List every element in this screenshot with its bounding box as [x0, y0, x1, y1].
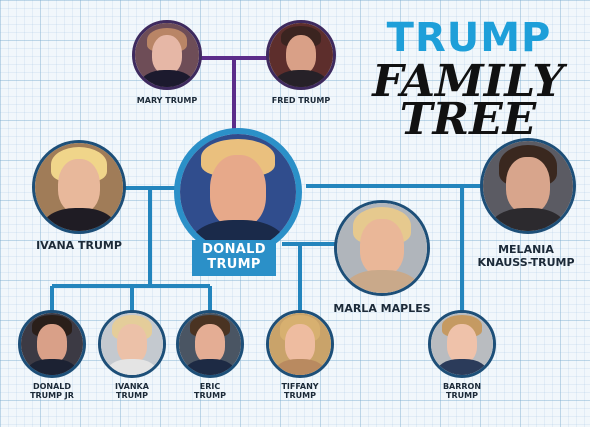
mary-trump-label: MARY TRUMP — [136, 96, 198, 105]
melania-trump-label-line2: KNAUSS-TRUMP — [477, 255, 575, 269]
title-tree: TREE — [399, 94, 537, 145]
tiffany-trump-photo — [266, 310, 334, 378]
eric-trump-label: ERIC TRUMP — [170, 382, 250, 400]
melania-trump-label-line1: MELANIA — [498, 243, 554, 256]
donald-trump-jr-photo — [18, 310, 86, 378]
donald-trump-jr-label-line2: TRUMP JR — [30, 391, 74, 401]
title-trump: TRUMP — [386, 15, 552, 61]
donald-trump-jr-label: DONALD TRUMP JR — [12, 382, 92, 400]
barron-trump-label: BARRON TRUMP — [422, 382, 502, 400]
ivanka-trump-label: IVANKA TRUMP — [92, 382, 172, 400]
donald-trump-label: DONALD TRUMP — [192, 240, 276, 276]
fred-trump-label: FRED TRUMP — [271, 96, 331, 105]
marla-maples-label: MARLA MAPLES — [333, 302, 431, 315]
barron-trump-photo — [428, 310, 496, 378]
donald-trump-label-line1: DONALD — [202, 242, 266, 257]
melania-trump-label: MELANIA KNAUSS-TRUMP — [466, 243, 586, 269]
tiffany-trump-label: TIFFANY TRUMP — [260, 382, 340, 400]
fred-trump-photo — [266, 20, 336, 90]
donald-trump-jr-label-line1: DONALD — [32, 382, 72, 391]
barron-trump-label-line1: BARRON — [442, 382, 482, 391]
eric-trump-label-line1: ERIC — [199, 382, 221, 391]
donald-trump-photo — [174, 128, 302, 256]
ivanka-trump-photo — [98, 310, 166, 378]
eric-trump-photo — [176, 310, 244, 378]
barron-trump-label-line2: TRUMP — [446, 391, 478, 401]
donald-trump-label-line2: TRUMP — [207, 256, 261, 272]
ivanka-trump-label-line1: IVANKA — [115, 382, 149, 391]
ivanka-trump-label-line2: TRUMP — [116, 391, 148, 401]
ivana-trump-photo — [32, 140, 126, 234]
marla-maples-photo — [334, 200, 430, 296]
tiffany-trump-label-line2: TRUMP — [284, 391, 316, 401]
ivana-trump-label: IVANA TRUMP — [36, 239, 122, 252]
mary-trump-photo — [132, 20, 202, 90]
tiffany-trump-label-line1: TIFFANY — [281, 382, 319, 391]
melania-trump-photo — [480, 138, 576, 234]
eric-trump-label-line2: TRUMP — [194, 391, 226, 401]
